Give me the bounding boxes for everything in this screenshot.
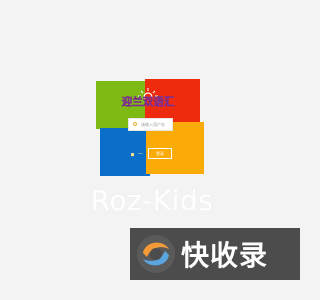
user-icon <box>132 121 138 128</box>
school-logo: 迎兰双语汇 <box>117 87 179 113</box>
app-watermark-name: 快收录 <box>181 239 269 272</box>
app-logo-icon <box>135 233 177 275</box>
username-placeholder: 请输入用户名 <box>141 121 165 127</box>
captcha-label: ■ 一 <box>131 152 144 158</box>
login-page: 迎兰双语汇 请输入用户名 ■ 一 登录 Roz-Kids 快收录 <box>0 0 300 300</box>
app-watermark: 快收录 <box>130 228 300 280</box>
school-logo-text: 迎兰双语汇 <box>121 96 175 108</box>
login-button[interactable]: 登录 <box>148 148 172 159</box>
brand-watermark: Roz-Kids <box>90 184 214 217</box>
username-input[interactable]: 请输入用户名 <box>128 118 173 131</box>
